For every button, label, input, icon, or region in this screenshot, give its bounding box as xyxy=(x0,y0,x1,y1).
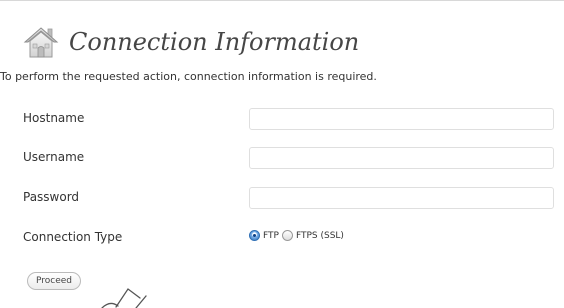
intro-text: To perform the requested action, connect… xyxy=(0,70,377,83)
ftp-radio[interactable] xyxy=(249,230,260,241)
page-header: Connection Information xyxy=(23,25,359,59)
username-label: Username xyxy=(23,150,85,164)
connection-information-page: Connection Information To perform the re… xyxy=(0,0,564,308)
hostname-label: Hostname xyxy=(23,111,85,125)
username-input[interactable] xyxy=(249,147,554,169)
username-row: Username xyxy=(0,147,564,171)
password-label: Password xyxy=(23,190,80,204)
connection-type-row: Connection Type FTP FTPS (SSL) xyxy=(0,227,564,251)
hostname-row: Hostname xyxy=(0,108,564,132)
home-icon xyxy=(23,25,59,59)
page-title: Connection Information xyxy=(69,28,360,56)
hostname-input[interactable] xyxy=(249,108,554,130)
password-input[interactable] xyxy=(249,187,554,209)
connection-type-options: FTP FTPS (SSL) xyxy=(249,230,347,241)
ftps-ssl-radio-label[interactable]: FTPS (SSL) xyxy=(296,231,344,241)
password-row: Password xyxy=(0,187,564,211)
connection-type-label: Connection Type xyxy=(23,230,123,244)
ftp-radio-label[interactable]: FTP xyxy=(263,231,279,241)
proceed-button[interactable]: Proceed xyxy=(27,272,82,290)
ftps-ssl-radio[interactable] xyxy=(281,230,293,241)
